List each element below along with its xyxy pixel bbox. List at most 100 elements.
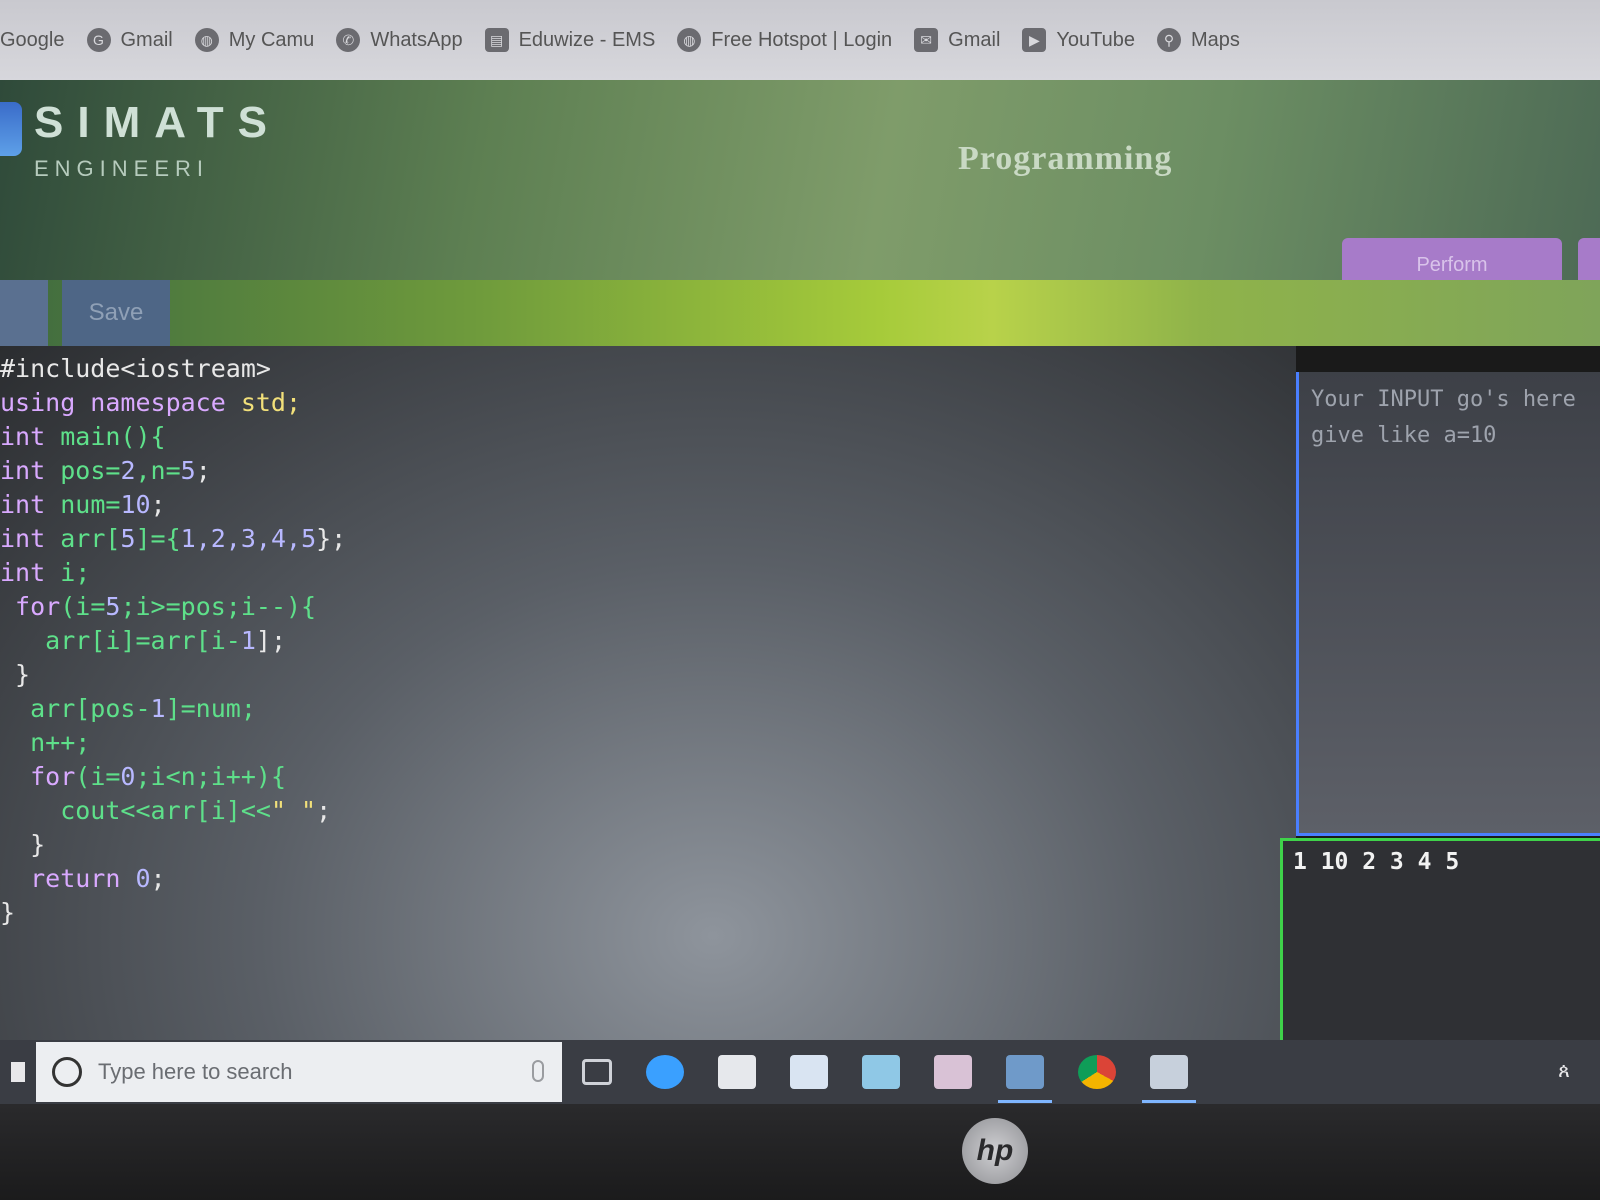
code-token: int xyxy=(0,490,61,519)
bookmark-label: YouTube xyxy=(1056,28,1135,51)
brand-title: SIMATS xyxy=(34,98,281,147)
file-explorer-icon[interactable] xyxy=(790,1055,828,1089)
bookmark-maps[interactable]: ⚲ Maps xyxy=(1156,28,1240,52)
bookmark-gmail[interactable]: G Gmail xyxy=(86,28,173,52)
code-token: pos= xyxy=(60,456,121,485)
cortana-icon xyxy=(52,1057,82,1087)
windows-start-icon[interactable] xyxy=(0,1040,36,1104)
code-token: arr[pos- xyxy=(0,694,151,723)
bookmark-eduwize[interactable]: ▤ Eduwize - EMS xyxy=(484,28,656,52)
code-token: ]; xyxy=(255,626,286,655)
code-line: arr[pos- 1]=num; xyxy=(0,692,1296,726)
code-token: num= xyxy=(60,490,121,519)
bookmark-hotspot[interactable]: ◍ Free Hotspot | Login xyxy=(677,28,892,52)
bookmark-label: Free Hotspot | Login xyxy=(711,28,893,51)
code-token: } xyxy=(0,660,31,689)
whatsapp-icon: ✆ xyxy=(336,28,361,52)
code-token: int xyxy=(0,524,61,553)
code-token: 5 xyxy=(120,524,136,553)
bookmark-label: My Camu xyxy=(228,28,315,51)
bookmark-youtube[interactable]: ▶ YouTube xyxy=(1022,28,1135,52)
toolbar-left-button[interactable] xyxy=(0,280,48,346)
code-token: (i= xyxy=(60,592,106,621)
code-token: 1 xyxy=(150,694,166,723)
bookmark-label: Gmail xyxy=(120,28,173,51)
bookmark-label: Eduwize - EMS xyxy=(518,28,656,51)
bookmark-gmail-2[interactable]: ✉ Gmail xyxy=(914,28,1000,52)
code-token: ]={ xyxy=(135,524,181,553)
code-line: n++; xyxy=(0,726,1296,760)
code-line: } xyxy=(0,658,1296,692)
gmail-icon: G xyxy=(86,28,111,52)
hp-logo: hp xyxy=(962,1118,1028,1184)
code-token: i; xyxy=(60,558,91,587)
code-line: int pos= 2 ,n= 5; xyxy=(0,454,1296,488)
code-token: 1 xyxy=(240,626,256,655)
app-icon[interactable] xyxy=(1142,1055,1196,1103)
media-icon[interactable] xyxy=(934,1055,972,1089)
photos-icon[interactable] xyxy=(998,1055,1052,1103)
code-token: ; xyxy=(150,864,166,893)
code-line: } xyxy=(0,896,1296,930)
bookmark-label: Gmail xyxy=(948,28,1001,51)
hp-logo-text: hp xyxy=(976,1134,1014,1167)
code-token: (i= xyxy=(75,762,121,791)
input-placeholder-line-2: give like a=10 xyxy=(1311,423,1497,448)
task-view-icon[interactable] xyxy=(582,1059,612,1085)
code-token: for xyxy=(0,762,76,791)
globe-icon: ◍ xyxy=(194,28,219,52)
people-icon[interactable]: ጰ xyxy=(1558,1060,1570,1083)
code-token: ;i>=pos;i--){ xyxy=(120,592,317,621)
taskbar: Type here to search ጰ xyxy=(0,1040,1600,1104)
editor-toolbar: Save xyxy=(0,280,1600,346)
laptop-bezel: hp xyxy=(0,1104,1600,1200)
code-token: 2 xyxy=(120,456,136,485)
code-token: 5 xyxy=(180,456,196,485)
code-token: 5 xyxy=(105,592,121,621)
bookmark-google[interactable]: Google xyxy=(0,29,65,52)
globe-icon: ◍ xyxy=(677,28,702,52)
youtube-icon: ▶ xyxy=(1022,28,1047,52)
bookmark-label: WhatsApp xyxy=(370,28,463,51)
bookmarks-bar: Google G Gmail ◍ My Camu ✆ WhatsApp ▤ Ed… xyxy=(0,0,1600,80)
edge-icon[interactable] xyxy=(646,1055,684,1089)
code-line: for (i= 0 ;i<n;i++){ xyxy=(0,760,1296,794)
code-token: ,n= xyxy=(135,456,181,485)
microphone-icon[interactable] xyxy=(532,1060,544,1082)
code-line: arr[i]=arr[i- 1]; xyxy=(0,624,1296,658)
code-token: return xyxy=(0,864,136,893)
code-line: int main(){ xyxy=(0,420,1296,454)
code-token: n++; xyxy=(0,728,91,757)
output-console: 1 10 2 3 4 5 xyxy=(1280,838,1600,1040)
taskbar-apps xyxy=(582,1040,1196,1104)
store-icon[interactable] xyxy=(718,1055,756,1089)
code-token: 10 xyxy=(120,490,151,519)
mail-icon: ✉ xyxy=(914,28,939,52)
code-token: }; xyxy=(316,524,347,553)
code-token: int xyxy=(0,456,61,485)
brand-subtitle: ENGINEERI xyxy=(34,156,210,181)
chrome-icon[interactable] xyxy=(1078,1055,1116,1089)
code-line: cout<<arr[i]<< " "; xyxy=(0,794,1296,828)
code-token: " " xyxy=(270,796,317,825)
page-icon: ▤ xyxy=(484,28,509,52)
input-placeholder-line-1: Your INPUT go's here xyxy=(1311,387,1576,412)
code-token: #include<iostream> xyxy=(0,354,271,383)
input-textarea[interactable]: Your INPUT go's here give like a=10 xyxy=(1296,372,1600,836)
code-token: using namespace xyxy=(0,388,241,417)
code-line: int num= 10; xyxy=(0,488,1296,522)
bookmark-label: Maps xyxy=(1190,28,1240,51)
taskbar-search[interactable]: Type here to search xyxy=(36,1042,562,1102)
page-title: Programming xyxy=(958,140,1173,177)
code-token: } xyxy=(0,898,16,927)
page-header: SIMATS ENGINEERI Programming Perform xyxy=(0,80,1600,290)
bookmark-mycamu[interactable]: ◍ My Camu xyxy=(194,28,315,52)
code-editor[interactable]: #include<iostream> using namespace std; in… xyxy=(0,346,1296,1040)
code-token: 1,2,3,4,5 xyxy=(180,524,317,553)
code-token: cout<<arr[i]<< xyxy=(0,796,271,825)
code-token: for xyxy=(0,592,61,621)
save-button[interactable]: Save xyxy=(62,280,170,346)
output-text: 1 10 2 3 4 5 xyxy=(1293,849,1460,875)
bookmark-whatsapp[interactable]: ✆ WhatsApp xyxy=(336,28,463,52)
mail-icon[interactable] xyxy=(862,1055,900,1089)
